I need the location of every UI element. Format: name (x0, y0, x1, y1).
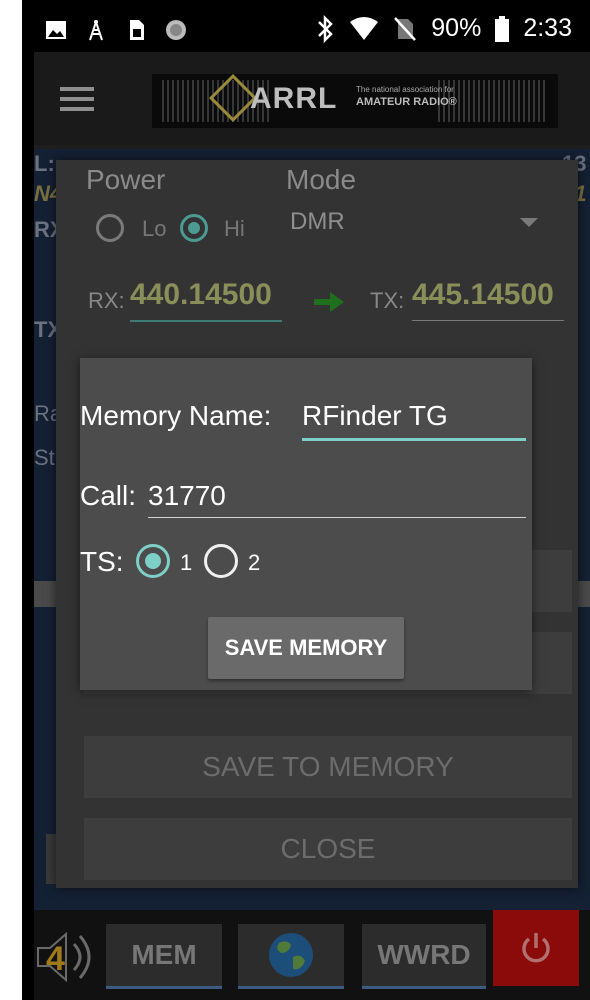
call-label: Call: (80, 480, 137, 511)
ts-label: TS: (80, 546, 124, 577)
save-to-memory-button[interactable]: SAVE TO MEMORY (84, 736, 572, 798)
arrow-right-icon (314, 292, 344, 312)
volume-level: 4 (46, 940, 65, 978)
memory-name-input[interactable]: RFinder TG (302, 400, 448, 432)
memory-name-underline (302, 438, 526, 441)
mem-button[interactable]: MEM (106, 924, 222, 989)
ts-2-label: 2 (248, 550, 261, 575)
memory-name-label: Memory Name: (80, 400, 272, 431)
tx-frequency-input[interactable]: 445.14500 (412, 278, 554, 312)
ts-1-label: 1 (180, 550, 193, 575)
save-memory-button[interactable]: SAVE MEMORY (208, 617, 404, 679)
power-lo-radio[interactable] (96, 214, 124, 242)
status-bar: 90% 2:33 (22, 0, 590, 60)
battery-icon (495, 15, 510, 42)
image-icon (46, 21, 66, 39)
power-button[interactable] (493, 910, 579, 986)
call-underline (148, 517, 526, 518)
mode-select[interactable]: DMR (290, 208, 345, 236)
phone-screen: 90% 2:33 ARRL The national association f… (22, 0, 590, 1000)
memory-dialog: Memory Name: RFinder TG Call: 31770 TS: … (80, 358, 532, 690)
clock: 2:33 (523, 14, 572, 42)
circle-icon (166, 20, 186, 40)
tx-underline (412, 320, 564, 321)
tx-label: TX: (370, 288, 405, 313)
dropdown-caret-icon[interactable] (520, 218, 538, 227)
power-label: Power (86, 164, 166, 195)
mode-label: Mode (286, 164, 357, 195)
bluetooth-icon (318, 14, 334, 43)
globe-button[interactable] (238, 924, 344, 989)
power-hi-radio[interactable] (180, 214, 208, 242)
call-input[interactable]: 31770 (148, 480, 226, 512)
tower-icon (89, 20, 103, 41)
close-button[interactable]: CLOSE (84, 818, 572, 880)
no-sim-icon (394, 16, 417, 41)
wwrd-button[interactable]: WWRD (362, 924, 486, 989)
globe-icon (269, 933, 313, 977)
sim-card-icon (130, 20, 144, 40)
battery-percent: 90% (431, 14, 482, 42)
power-icon (522, 933, 550, 963)
rx-label: RX: (88, 288, 125, 313)
power-lo-label: Lo (142, 216, 167, 241)
rx-frequency-input[interactable]: 440.14500 (130, 278, 272, 312)
power-hi-label: Hi (224, 216, 245, 241)
ts-2-radio[interactable] (204, 544, 238, 578)
wifi-icon (350, 16, 379, 40)
rx-underline (130, 320, 282, 322)
app-bar: ARRL The national association for AMATEU… (34, 52, 590, 145)
menu-icon[interactable] (60, 87, 94, 111)
ts-1-radio[interactable] (136, 544, 170, 578)
volume-icon[interactable]: 4 (34, 922, 104, 992)
arrl-logo: ARRL The national association for AMATEU… (152, 74, 558, 128)
